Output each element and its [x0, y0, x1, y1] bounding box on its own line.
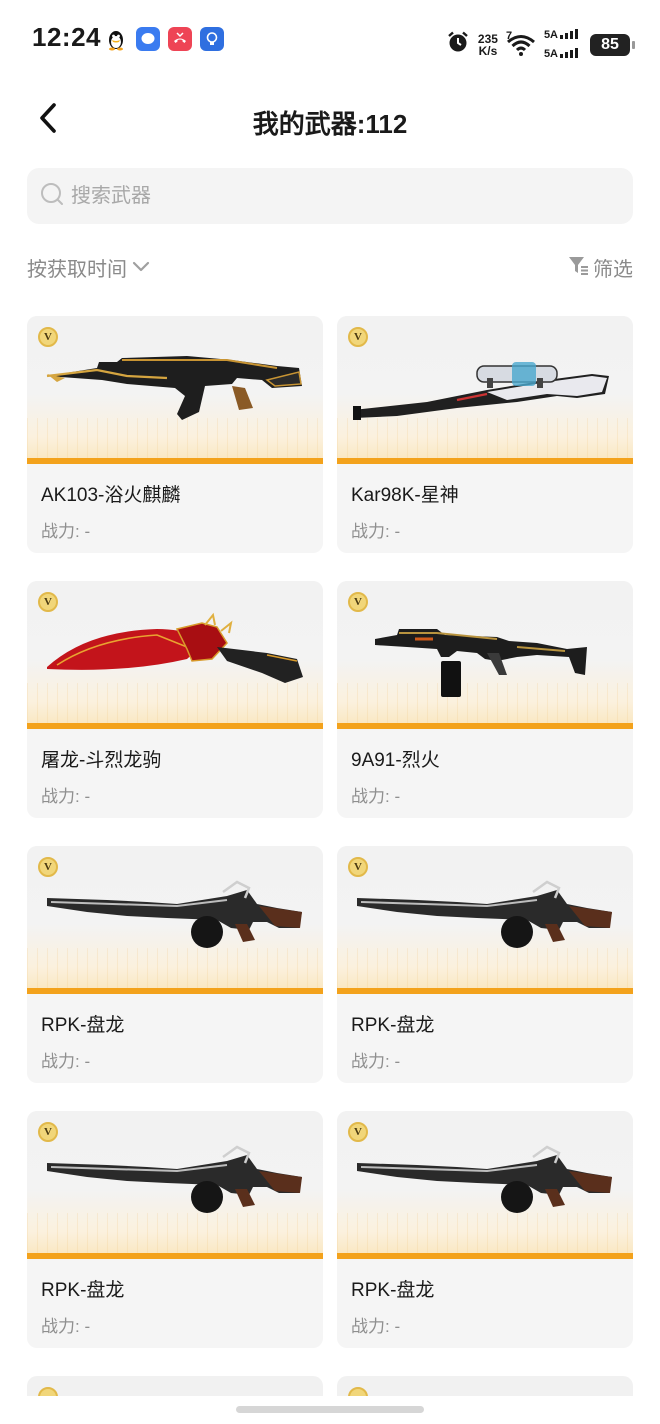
weapon-power: 战力: -: [351, 522, 401, 541]
sim2-signal-icon: [560, 45, 582, 63]
weapon-name: RPK-盘龙: [41, 1015, 125, 1036]
dragon-blade-icon: [47, 612, 303, 683]
weapon-name: RPK-盘龙: [351, 1015, 435, 1036]
weapon-image: V: [27, 316, 323, 464]
page-title: 我的武器:112: [252, 109, 408, 139]
qq-penguin-icon: [104, 27, 128, 51]
weapon-name: 屠龙-斗烈龙驹: [41, 750, 162, 771]
weapon-power: 战力: -: [351, 1052, 401, 1071]
weapon-power: 战力: -: [41, 1052, 91, 1071]
status-bar: 12:24 235 K/s 7 5A 5A 85: [0, 0, 660, 80]
weapon-name: Kar98K-星神: [351, 485, 459, 506]
machine-gun-icon: [47, 1145, 302, 1213]
rifle-icon: [46, 356, 302, 420]
filter-button[interactable]: 筛选: [567, 253, 633, 282]
status-system-icons: 235 K/s 7 5A 5A 85: [446, 26, 635, 63]
wifi-icon: 7: [505, 29, 536, 57]
weapon-name: 9A91-烈火: [351, 750, 440, 771]
weapon-image: V: [337, 1111, 633, 1259]
weapon-card[interactable]: V RPK-盘龙 战力: -: [27, 846, 323, 1083]
wifi-standard-label: 7: [505, 29, 513, 42]
battery-indicator: 85: [590, 33, 635, 56]
search-input[interactable]: [71, 184, 591, 208]
weapon-card[interactable]: V RPK-盘龙 战力: -: [337, 1111, 633, 1348]
missed-call-icon: [168, 27, 192, 51]
sort-label: 按获取时间: [27, 259, 127, 281]
weapon-name: AK103-浴火麒麟: [41, 485, 181, 506]
smg-icon: [375, 629, 587, 697]
sniper-rifle-icon: [353, 362, 609, 420]
weapon-image: V: [337, 846, 633, 994]
battery-level: 85: [601, 35, 619, 53]
sim2-label: 5A: [543, 47, 558, 60]
machine-gun-icon: [357, 880, 612, 948]
weapon-card[interactable]: V 屠龙-斗烈龙驹 战力: -: [27, 581, 323, 818]
sim1-label: 5A: [543, 28, 558, 41]
weapon-image: V: [337, 581, 633, 729]
weapon-image: V: [27, 581, 323, 729]
machine-gun-icon: [357, 1145, 612, 1213]
sort-dropdown[interactable]: 按获取时间: [27, 253, 151, 282]
sim1-signal-icon: [560, 26, 582, 44]
weapon-image: V: [27, 1111, 323, 1259]
cellular-signal: 5A 5A: [544, 26, 582, 63]
weapon-card[interactable]: V Kar98K-星神 战力: -: [337, 316, 633, 553]
weapon-card[interactable]: V 9A91-烈火 战力: -: [337, 581, 633, 818]
weapon-power: 战力: -: [351, 787, 401, 806]
home-indicator[interactable]: [236, 1406, 424, 1413]
weapon-power: 战力: -: [41, 522, 91, 541]
weapon-name: RPK-盘龙: [351, 1280, 435, 1301]
chevron-down-icon: [131, 256, 151, 279]
page-header: 我的武器:112: [0, 92, 660, 148]
weapon-card[interactable]: V AK103-浴火麒麟 战力: -: [27, 316, 323, 553]
weapon-grid: V AK103-浴火麒麟 战力: - V Kar98K-星神 战力: - V 屠…: [27, 316, 633, 1407]
alarm-clock-icon: [446, 30, 470, 59]
lightbulb-icon: [200, 27, 224, 51]
filter-funnel-icon: [567, 254, 589, 282]
weapon-image: V: [337, 316, 633, 464]
weapon-power: 战力: -: [41, 1317, 91, 1336]
search-icon: [39, 181, 65, 212]
weapon-name: RPK-盘龙: [41, 1280, 125, 1301]
weapon-card[interactable]: V RPK-盘龙 战力: -: [337, 846, 633, 1083]
filter-label: 筛选: [593, 259, 633, 281]
weapon-card[interactable]: V RPK-盘龙 战力: -: [27, 1111, 323, 1348]
status-time: 12:24: [32, 22, 101, 52]
weapon-power: 战力: -: [41, 787, 91, 806]
machine-gun-icon: [47, 880, 302, 948]
status-notification-icons: [104, 27, 224, 51]
weapon-image: V: [27, 846, 323, 994]
message-bubble-icon: [136, 27, 160, 51]
search-bar[interactable]: [27, 168, 633, 224]
network-speed: 235 K/s: [477, 31, 498, 58]
weapon-power: 战力: -: [351, 1317, 401, 1336]
